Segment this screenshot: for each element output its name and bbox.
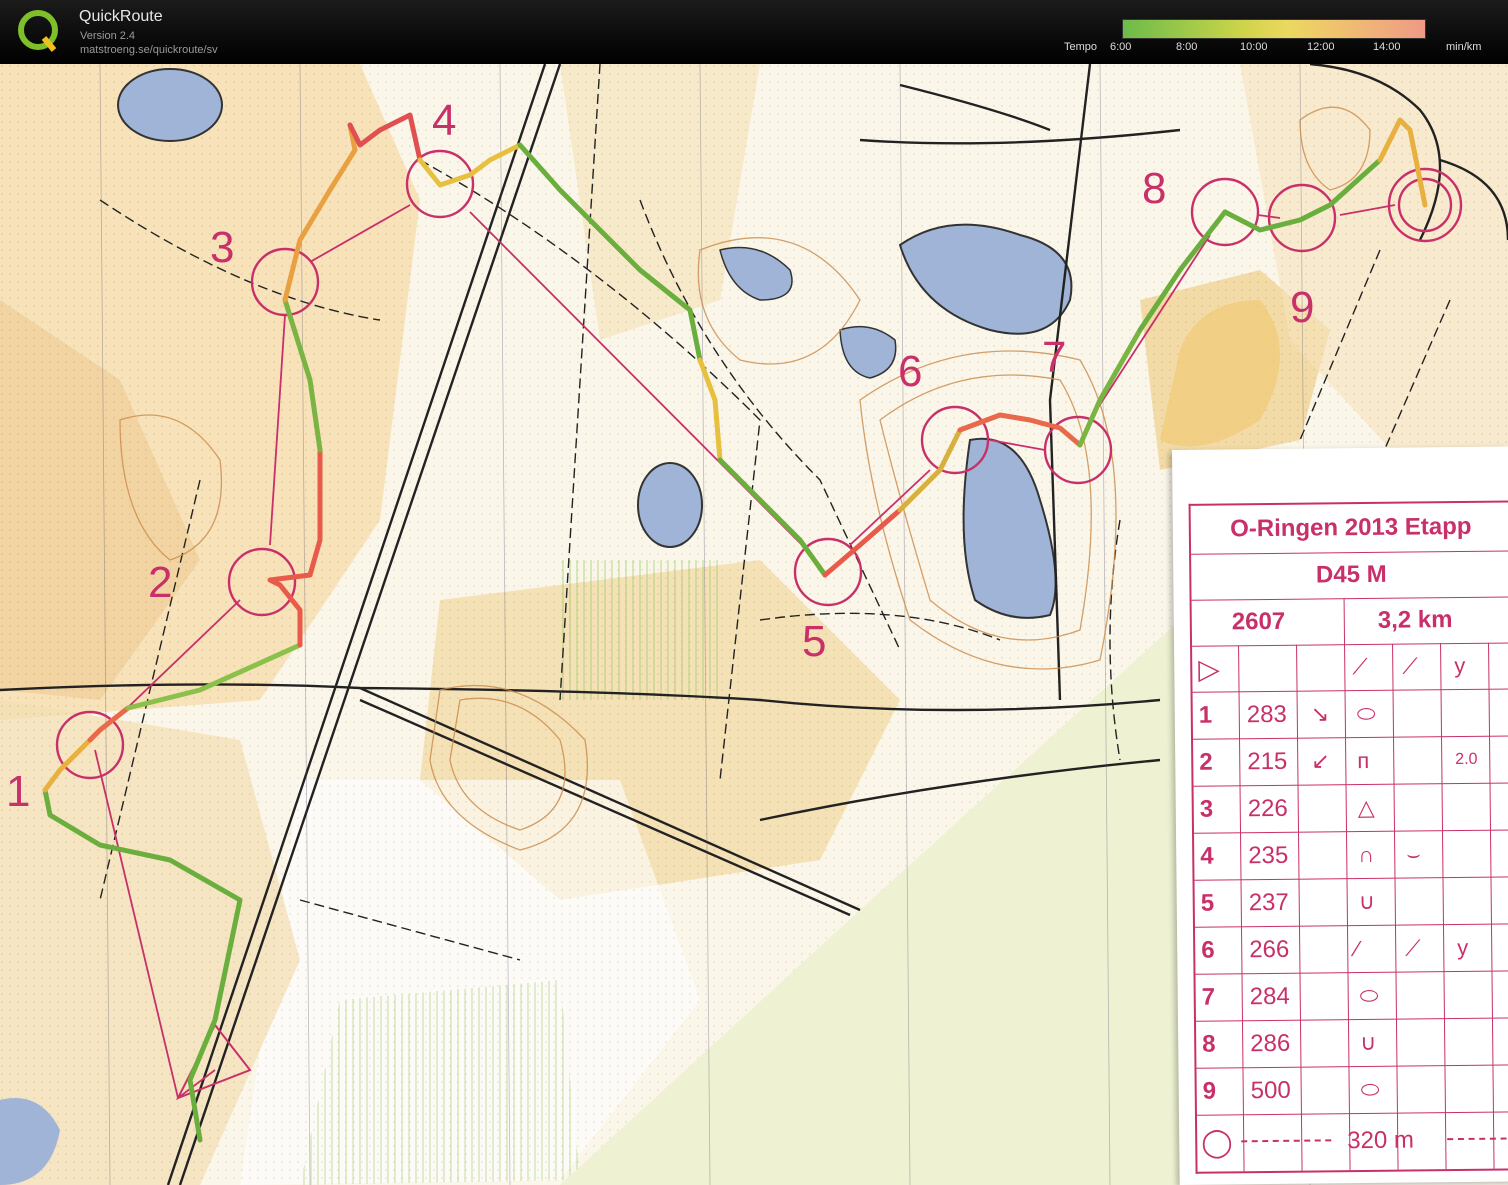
control-number: 6 <box>898 347 922 396</box>
start-triangle-icon: ▷ <box>1198 653 1220 685</box>
pace-tick: 12:00 <box>1307 41 1335 53</box>
finish-distance: 320 m <box>1347 1126 1415 1154</box>
course-name: D45 M <box>1315 560 1387 589</box>
control-number: 5 <box>802 617 826 666</box>
control-code: 283 <box>1246 700 1287 728</box>
control-num: 4 <box>1200 842 1214 870</box>
control-feature-icon: ⬭ <box>1356 700 1376 726</box>
direction-arrow-icon: ↙ <box>1311 747 1330 774</box>
control-feature-icon: ∪ <box>1360 1029 1377 1055</box>
path-fork-icon: y <box>1454 652 1466 679</box>
pace-tick: 6:00 <box>1110 41 1132 53</box>
control-number: 8 <box>1142 164 1166 213</box>
control-feature-icon: ∩ <box>1358 841 1375 867</box>
control-number: 4 <box>432 96 456 145</box>
pace-tick: 14:00 <box>1373 41 1401 53</box>
control-code: 226 <box>1247 794 1288 822</box>
control-code: 500 <box>1250 1076 1291 1104</box>
control-dimension: 2.0 <box>1455 750 1478 768</box>
quickroute-logo-icon <box>18 10 58 52</box>
control-num: 3 <box>1199 795 1214 823</box>
control-num: 8 <box>1202 1030 1216 1058</box>
control-description-sheet: O-Ringen 2013 Etapp D45 M 2607 3,2 km ▷ … <box>1172 446 1508 1185</box>
control-number: 3 <box>210 223 234 272</box>
event-title: O-Ringen 2013 Etapp <box>1229 512 1472 543</box>
control-feature-icon: △ <box>1357 794 1375 820</box>
pace-color-bar <box>1122 19 1426 39</box>
control-number: 1 <box>6 767 30 816</box>
control-number: 9 <box>1290 283 1314 332</box>
path-fork-icon: y <box>1457 934 1469 960</box>
course-code: 2607 <box>1231 607 1286 636</box>
control-num: 6 <box>1201 936 1215 964</box>
pace-tick: 10:00 <box>1240 41 1268 53</box>
control-feature-icon: ᴨ <box>1357 747 1370 773</box>
app-title: QuickRoute <box>79 8 163 25</box>
control-feature-icon: ⬭ <box>1359 982 1379 1008</box>
control-feature-icon: ∪ <box>1358 888 1375 914</box>
control-feature-icon: ⬭ <box>1360 1076 1380 1102</box>
control-feature-icon: ⁄ <box>1355 935 1360 961</box>
app-url: matstroeng.se/quickroute/sv <box>80 44 218 56</box>
control-number: 7 <box>1042 333 1066 382</box>
pace-scale-label: Tempo <box>1064 41 1098 53</box>
control-num: 9 <box>1202 1077 1217 1105</box>
control-num: 5 <box>1200 889 1215 917</box>
path-crossing-icon: ⟋ <box>1402 653 1418 679</box>
control-number: 2 <box>148 558 172 607</box>
control-num: 1 <box>1198 701 1213 729</box>
control-code: 284 <box>1249 982 1290 1010</box>
control-code: 266 <box>1249 935 1290 963</box>
control-code: 235 <box>1248 841 1289 869</box>
finish-circle-icon: ◯ <box>1201 1126 1233 1158</box>
app-header: QuickRoute Version 2.4 matstroeng.se/qui… <box>0 0 1508 64</box>
control-code: 286 <box>1250 1029 1291 1057</box>
pace-tick: 8:00 <box>1176 41 1198 53</box>
control-code: 237 <box>1248 888 1289 916</box>
pace-unit: min/km <box>1446 41 1482 53</box>
control-code: 215 <box>1247 747 1288 775</box>
course-length: 3,2 km <box>1377 606 1453 634</box>
direction-arrow-icon: ↘ <box>1310 700 1330 727</box>
control-num: 2 <box>1199 748 1213 776</box>
part-foot-icon: ⌣ <box>1406 840 1421 867</box>
control-num: 7 <box>1201 983 1216 1011</box>
path-crossing-icon: ⟋ <box>1405 934 1421 961</box>
app-version: Version 2.4 <box>80 30 136 42</box>
path-crossing-icon: ⟋ <box>1352 653 1368 680</box>
